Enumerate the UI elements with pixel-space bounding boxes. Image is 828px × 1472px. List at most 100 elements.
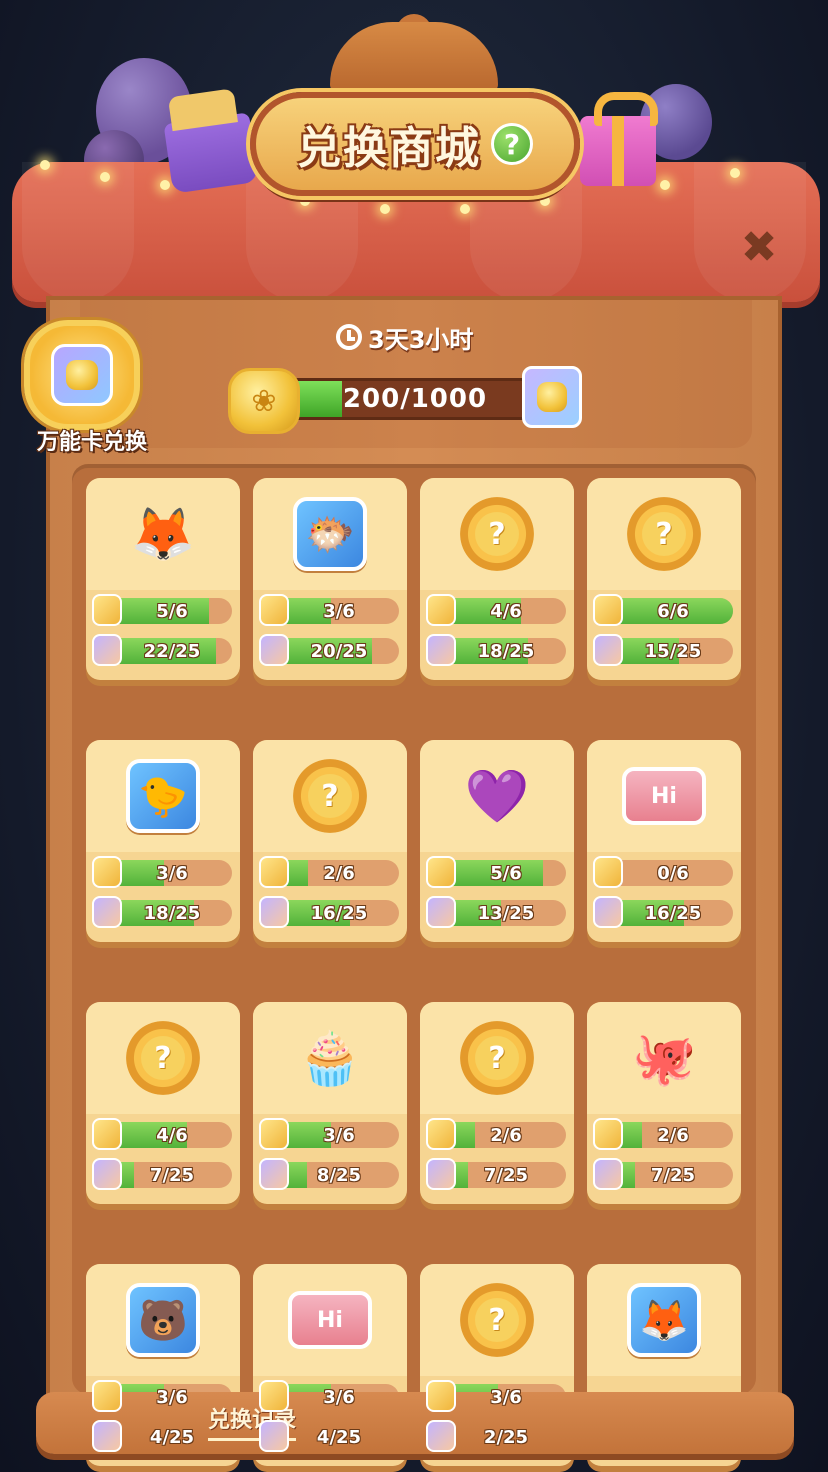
piece-progress-bar: 4/6 xyxy=(92,1118,232,1150)
puzzle-piece-icon xyxy=(259,1158,289,1190)
puzzle-piece-icon xyxy=(259,594,289,626)
item-preview: Hi xyxy=(587,740,741,852)
decoration-figure-icon: 🐙 xyxy=(631,1028,697,1089)
item-preview: 🐙 xyxy=(587,1002,741,1114)
item-preview: 💜 xyxy=(420,740,574,852)
collection-progress-bar: 20/25 xyxy=(259,634,399,666)
piece-progress-bar: 2/6 xyxy=(593,1118,733,1150)
piece-progress-bar: 3/6 xyxy=(426,1380,566,1412)
collection-progress-bar: 15/25 xyxy=(593,634,733,666)
puzzle-piece-icon xyxy=(92,1380,122,1412)
collection-progress-bar: 4/25 xyxy=(92,1420,232,1452)
piece-progress-bar: 2/6 xyxy=(259,856,399,888)
puzzle-piece-icon xyxy=(593,634,623,666)
wild-card-exchange-button[interactable] xyxy=(24,320,140,430)
item-card[interactable]: 🧁 3/6 8/25 xyxy=(253,1002,407,1204)
item-card[interactable]: 🐤 3/6 18/25 xyxy=(86,740,240,942)
item-card[interactable]: 🦊 5/6 22/25 xyxy=(86,478,240,680)
item-preview: 🐡 xyxy=(253,478,407,590)
item-card[interactable]: ? 6/6 15/25 xyxy=(587,478,741,680)
item-card[interactable]: Hi 0/6 16/25 xyxy=(587,740,741,942)
puzzle-piece-icon xyxy=(259,1118,289,1150)
puzzle-piece-icon xyxy=(593,1158,623,1190)
item-preview: 🐤 xyxy=(86,740,240,852)
clock-icon xyxy=(336,324,362,350)
avatar-frame-icon: ? xyxy=(460,1283,534,1357)
avatar-photo-icon: 🦊 xyxy=(627,1283,701,1357)
item-card[interactable]: 🐡 3/6 20/25 xyxy=(253,478,407,680)
puzzle-piece-icon xyxy=(426,594,456,626)
piece-progress-bar: 3/6 xyxy=(92,1380,232,1412)
wild-card-icon xyxy=(51,344,113,406)
puzzle-piece-icon xyxy=(259,634,289,666)
puzzle-piece-icon xyxy=(92,896,122,928)
popcorn-bag-decoration xyxy=(163,112,259,194)
puzzle-piece-icon xyxy=(92,1158,122,1190)
puzzle-piece-icon xyxy=(426,1118,456,1150)
question-mark-icon: ? xyxy=(642,512,686,556)
piece-progress-bar: 3/6 xyxy=(259,594,399,626)
avatar-frame-icon: ? xyxy=(460,1021,534,1095)
collection-progress-bar: 16/25 xyxy=(259,896,399,928)
piece-progress-bar: 3/6 xyxy=(92,856,232,888)
progress-text: 200/1000 xyxy=(342,384,488,414)
item-card[interactable]: ? 2/6 16/25 xyxy=(253,740,407,942)
puzzle-piece-icon xyxy=(259,1380,289,1412)
avatar-photo-icon: 🐻 xyxy=(126,1283,200,1357)
item-preview: ? xyxy=(86,1002,240,1114)
collection-progress-bar: 18/25 xyxy=(426,634,566,666)
item-preview: 🐻 xyxy=(86,1264,240,1376)
collection-progress-bar: 22/25 xyxy=(92,634,232,666)
question-mark-icon: ? xyxy=(475,1036,519,1080)
puzzle-piece-icon xyxy=(593,896,623,928)
wild-card-label: 万能卡兑换 xyxy=(36,430,147,455)
item-preview: ? xyxy=(420,1002,574,1114)
item-preview: 🧁 xyxy=(253,1002,407,1114)
item-preview: Hi xyxy=(253,1264,407,1376)
collection-progress-bar: 18/25 xyxy=(92,896,232,928)
puzzle-piece-icon xyxy=(593,594,623,626)
coin-progress-bar: 200/1000 xyxy=(290,378,540,420)
puzzle-piece-icon xyxy=(426,896,456,928)
collection-progress-bar: 16/25 xyxy=(593,896,733,928)
item-grid: 🦊 5/6 22/25 🐡 3/6 20/25? 4/6 18/25? 6/6 15/25 🐤 3/6… xyxy=(86,478,746,1466)
decoration-figure-icon: 🧁 xyxy=(297,1028,363,1089)
item-card[interactable]: ? 4/6 7/25 xyxy=(86,1002,240,1204)
item-card[interactable]: ? 2/6 7/25 xyxy=(420,1002,574,1204)
puzzle-piece-icon xyxy=(92,594,122,626)
item-card[interactable]: ? 4/6 18/25 xyxy=(420,478,574,680)
piece-progress-bar: 3/6 xyxy=(259,1380,399,1412)
item-preview: 🦊 xyxy=(587,1264,741,1376)
puzzle-piece-icon xyxy=(92,634,122,666)
avatar-frame-icon: ? xyxy=(126,1021,200,1095)
decoration-figure-icon: 💜 xyxy=(464,766,530,827)
piece-progress-bar: 2/6 xyxy=(426,1118,566,1150)
help-button[interactable]: ? xyxy=(491,123,533,165)
dome-top xyxy=(330,22,498,92)
collection-progress-bar: 7/25 xyxy=(426,1158,566,1190)
item-card[interactable]: 💜 5/6 13/25 xyxy=(420,740,574,942)
item-card[interactable]: 🐻 3/6 4/25 xyxy=(86,1264,240,1466)
question-mark-icon: ? xyxy=(308,774,352,818)
puzzle-piece-icon xyxy=(426,856,456,888)
collection-progress-bar: 7/25 xyxy=(593,1158,733,1190)
item-card[interactable]: 🐙 2/6 7/25 xyxy=(587,1002,741,1204)
item-card[interactable]: Hi 3/6 4/25 xyxy=(253,1264,407,1466)
item-preview: ? xyxy=(420,478,574,590)
puzzle-piece-icon xyxy=(426,1380,456,1412)
hi-sticker-icon: Hi xyxy=(288,1291,372,1349)
avatar-frame-icon: ? xyxy=(293,759,367,833)
avatar-photo-icon: 🐡 xyxy=(293,497,367,571)
item-preview: ? xyxy=(587,478,741,590)
page-title: 兑换商城 xyxy=(297,123,481,174)
piece-progress-bar: 5/6 xyxy=(426,856,566,888)
gift-box-decoration xyxy=(580,92,658,186)
wild-card-reward-icon[interactable] xyxy=(522,366,582,428)
item-card[interactable]: ? 3/6 2/25 xyxy=(420,1264,574,1466)
puzzle-piece-icon xyxy=(259,856,289,888)
close-button[interactable]: ✖ xyxy=(738,222,780,273)
hi-sticker-icon: Hi xyxy=(622,767,706,825)
question-mark-icon: ? xyxy=(475,512,519,556)
avatar-frame-icon: ? xyxy=(627,497,701,571)
piece-progress-bar: 5/6 xyxy=(92,594,232,626)
